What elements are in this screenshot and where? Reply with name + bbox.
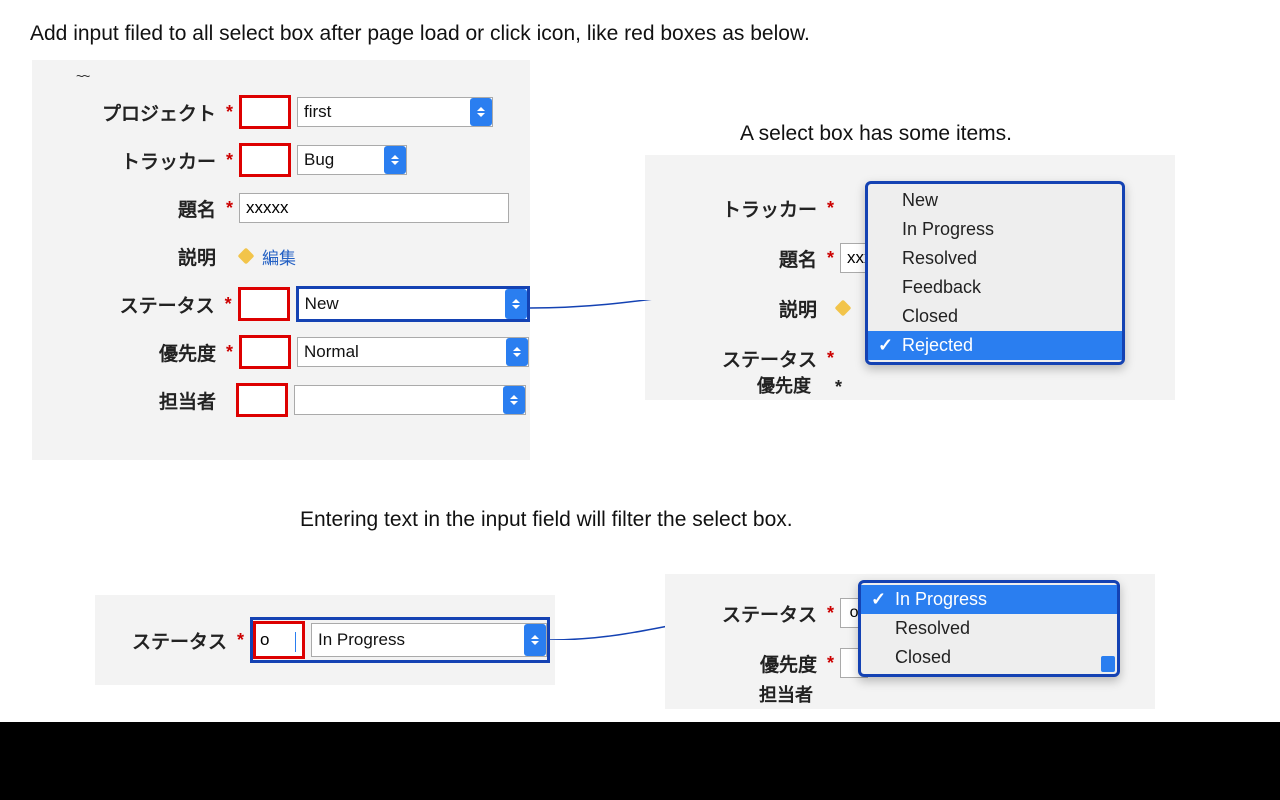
filter-input-status-c[interactable]: o [253,621,305,659]
label-assignee: 担当者 [32,387,222,414]
form-panel-a: ~~ プロジェクト * first トラッカー * Bug 題名 * xxxxx… [32,60,530,460]
dropdown-item-resolved[interactable]: Resolved [868,244,1122,273]
dropdown-item-closed[interactable]: Closed [861,643,1117,672]
filter-input-assignee[interactable] [236,383,288,417]
label-assignee-d-cut: 担当者 [759,681,813,707]
dropdown-scroll-arrow-icon [1101,656,1115,672]
required-asterisk: * [226,198,233,219]
row-status: ステータス * New [32,280,530,328]
dropdown-scroll-arrow-icon [1104,340,1120,360]
label-status-c: ステータス [95,627,233,654]
required-asterisk: * [226,342,233,363]
edit-link[interactable]: 編集 [262,244,296,269]
dropdown-status-all[interactable]: New In Progress Resolved Feedback Closed… [865,181,1125,365]
row-assignee: 担当者 [32,376,530,424]
select-arrow-icon [470,98,492,126]
required-asterisk: * [226,102,233,123]
row-description: 説明 編集 [32,232,530,280]
row-project: プロジェクト * first [32,88,530,136]
required-asterisk: * [827,653,834,674]
label-subject: 題名 [32,195,222,222]
label-priority: 優先度 [32,339,222,366]
dropdown-item-new[interactable]: New [868,186,1122,215]
select-tracker-value: Bug [298,150,384,170]
dropdown-item-closed[interactable]: Closed [868,302,1122,331]
required-asterisk: * [827,348,834,369]
caption-select-has-items: A select box has some items. [740,122,1012,146]
select-status-c[interactable]: In Progress [311,623,547,657]
filter-input-project[interactable] [239,95,291,129]
select-arrow-icon [505,289,527,319]
required-asterisk: * [827,198,834,219]
intro-text: Add input filed to all select box after … [30,22,810,46]
dropdown-item-rejected[interactable]: Rejected [868,331,1122,360]
select-arrow-icon [384,146,406,174]
required-asterisk: * [226,150,233,171]
label-priority-b-cut: 優先度 [757,372,811,398]
filter-input-status[interactable] [238,287,290,321]
filter-input-value: o [260,630,269,650]
label-tracker: トラッカー [32,147,222,174]
filter-input-priority[interactable] [239,335,291,369]
required-asterisk: * [225,294,232,315]
filter-input-tracker[interactable] [239,143,291,177]
label-project: プロジェクト [32,99,222,126]
input-subject[interactable]: xxxxx [239,193,509,223]
required-asterisk: * [237,630,244,651]
pencil-icon[interactable] [837,300,853,316]
dropdown-scroll-arrow-icon [1101,585,1115,601]
label-status-b: ステータス [645,345,823,372]
row-tracker: トラッカー * Bug [32,136,530,184]
label-description-b: 説明 [645,295,823,322]
select-priority[interactable]: Normal [297,337,529,367]
form-panel-c: ステータス * o In Progress [95,595,555,685]
required-asterisk: * [827,248,834,269]
select-arrow-icon [503,386,525,414]
panel-a-ellipsis: ~~ [76,68,88,84]
select-arrow-icon [524,624,546,656]
label-status-d: ステータス [665,600,823,627]
select-status-value: New [299,294,505,314]
select-arrow-icon [506,338,528,366]
label-priority-d: 優先度 [665,650,823,677]
row-priority: 優先度 * Normal [32,328,530,376]
select-project[interactable]: first [297,97,493,127]
caption-filter-explain: Entering text in the input field will fi… [300,508,793,532]
label-description: 説明 [32,243,222,270]
dropdown-item-inprogress[interactable]: In Progress [868,215,1122,244]
pencil-icon[interactable] [240,248,256,264]
dropdown-item-resolved[interactable]: Resolved [861,614,1117,643]
label-tracker-b: トラッカー [645,195,823,222]
dropdown-item-feedback[interactable]: Feedback [868,273,1122,302]
dropdown-item-inprogress[interactable]: In Progress [861,585,1117,614]
row-subject: 題名 * xxxxx [32,184,530,232]
status-filter-select-wrap: o In Progress [250,617,550,663]
select-status[interactable]: New [296,286,530,322]
label-status: ステータス [32,291,221,318]
bottom-black-bar [0,722,1280,800]
required-asterisk: * [827,603,834,624]
text-caret-icon [295,632,296,652]
dropdown-status-filtered[interactable]: In Progress Resolved Closed [858,580,1120,677]
required-asterisk: * [835,377,842,398]
select-status-c-value: In Progress [312,630,524,650]
select-assignee[interactable] [294,385,526,415]
label-subject-b: 題名 [645,245,823,272]
select-tracker[interactable]: Bug [297,145,407,175]
select-project-value: first [298,102,470,122]
select-priority-value: Normal [298,342,506,362]
